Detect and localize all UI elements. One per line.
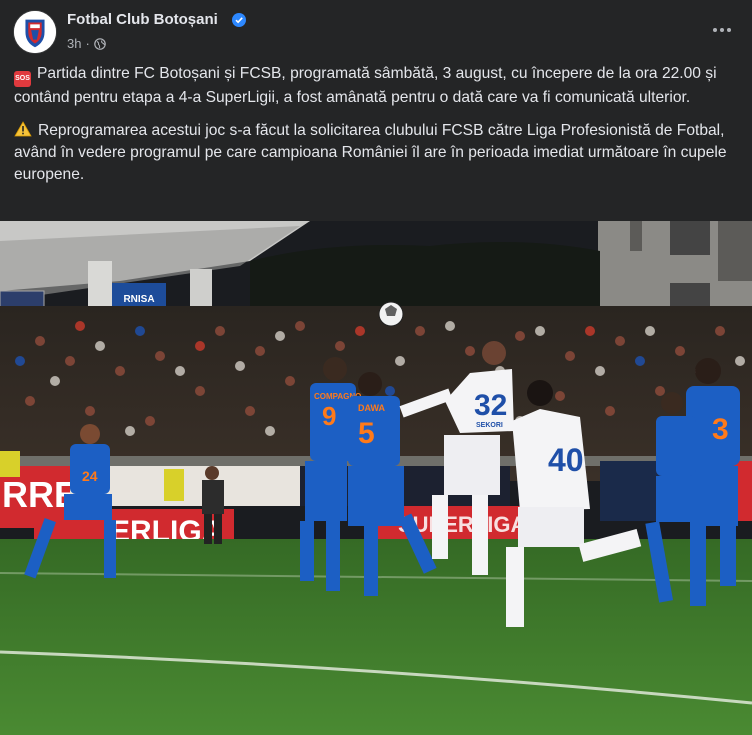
window — [670, 221, 710, 255]
post-meta: 3h · — [67, 36, 106, 51]
player-32-number: 32 — [474, 389, 507, 422]
paragraph-2-text: Reprogramarea acestui joc s-a făcut la s… — [14, 122, 727, 183]
window — [630, 221, 642, 251]
post-time[interactable]: 3h — [67, 36, 81, 51]
player-40-number: 40 — [548, 442, 584, 478]
globe-icon — [94, 37, 106, 50]
sos-icon: SOS — [14, 71, 31, 87]
more-options-icon — [713, 28, 717, 32]
post-paragraph-1: SOS Partida dintre FC Botoșani și FCSB, p… — [14, 63, 740, 109]
post-header: Fotbal Club Botoșani 3h · — [0, 0, 752, 62]
more-options-button[interactable] — [704, 16, 740, 44]
more-dot — [720, 28, 724, 32]
page-avatar[interactable] — [13, 10, 57, 54]
post-text: SOS Partida dintre FC Botoșani și FCSB, p… — [14, 63, 740, 197]
window — [718, 221, 752, 281]
steward-vest — [0, 451, 20, 477]
player-3-number: 3 — [712, 413, 729, 446]
page-name[interactable]: Fotbal Club Botoșani — [67, 11, 218, 28]
player-5-number: 5 — [358, 417, 375, 450]
steward-vest — [164, 469, 184, 501]
player-9-number: 9 — [322, 401, 336, 431]
warning-icon — [14, 121, 32, 137]
match-photo: RNISA RRE ERLIGA SUPERLIGA 24 COMPAGNO 9… — [0, 221, 752, 735]
post-paragraph-2: Reprogramarea acestui joc s-a făcut la s… — [14, 120, 740, 186]
meta-separator: · — [85, 36, 90, 51]
player-24-number: 24 — [82, 468, 98, 484]
more-dot — [727, 28, 731, 32]
stand-banner-text: RNISA — [123, 294, 154, 305]
club-crest-logo — [14, 11, 56, 53]
post-photo[interactable]: RNISA RRE ERLIGA SUPERLIGA 24 COMPAGNO 9… — [0, 221, 752, 735]
verified-badge-icon — [232, 13, 246, 27]
player-32-name: SEKORI — [476, 422, 503, 429]
player-5-name: DAWA — [358, 403, 386, 413]
paragraph-1-text: Partida dintre FC Botoșani și FCSB, prog… — [14, 65, 717, 106]
